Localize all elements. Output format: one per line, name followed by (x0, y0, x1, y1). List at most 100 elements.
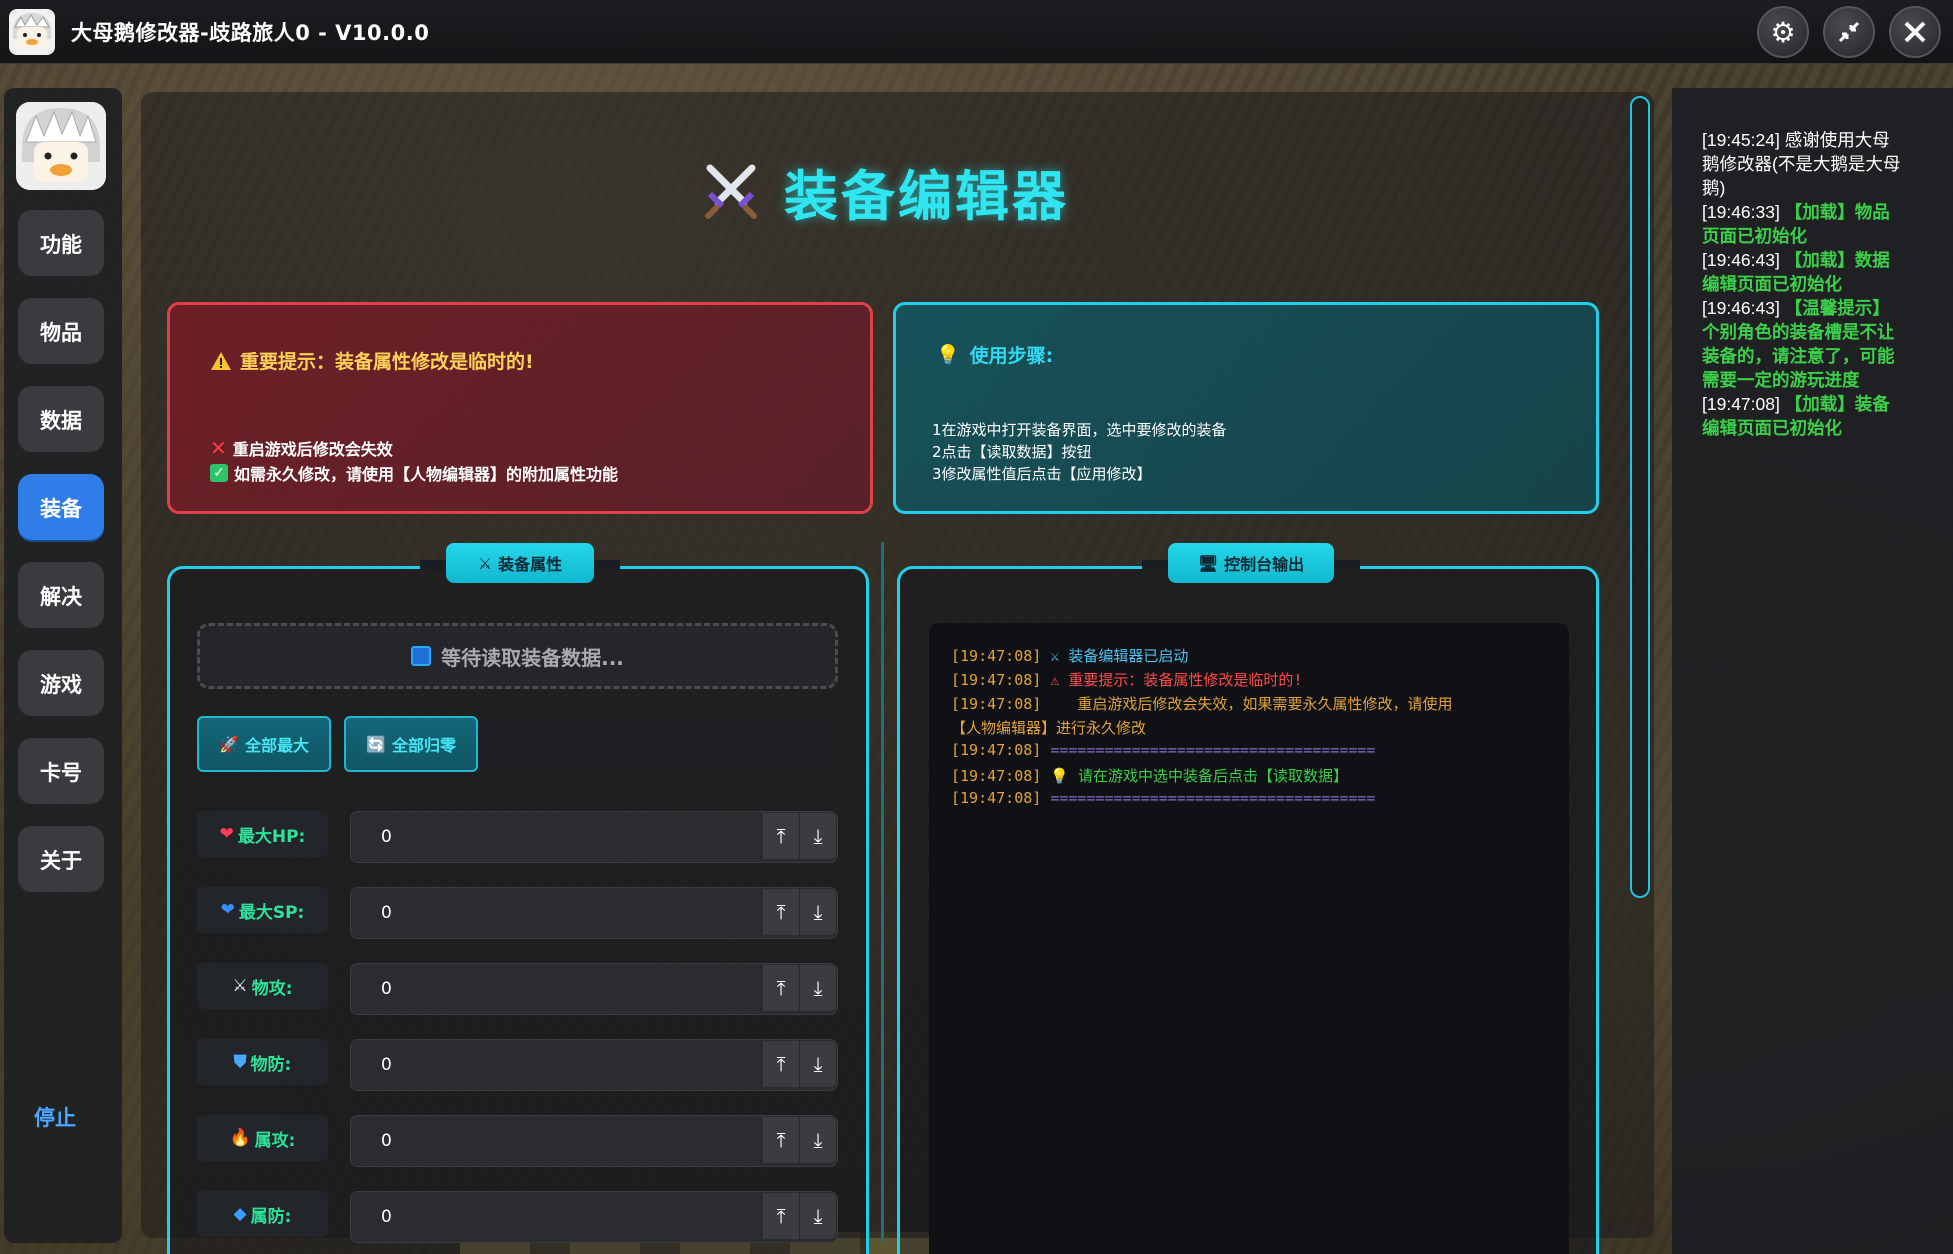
console-line: [19:47:08] 重启游戏后修改会失效，如果需要永久属性修改，请使用 (951, 693, 1452, 714)
swords-icon: ⚔ (232, 976, 248, 996)
log-entry: [19:46:43] 【加载】数据编辑页面已初始化 (1702, 248, 1902, 296)
min-value-button[interactable]: ⤓ (800, 1117, 836, 1163)
nav-item-about[interactable]: 关于 (18, 826, 104, 894)
label-text: 属防: (250, 1206, 292, 1227)
nav-label: 功能 (40, 233, 82, 257)
main-scrollbar[interactable] (1630, 96, 1650, 898)
close-button[interactable] (1889, 6, 1941, 58)
nav-item-card[interactable]: 卡号 (18, 738, 104, 806)
attribute-label: ◆ 属防: (197, 1191, 328, 1237)
settings-button[interactable]: ⚙ (1757, 6, 1809, 58)
max-value-button[interactable]: ⤒ (763, 1193, 799, 1239)
nav-label: 卡号 (40, 761, 82, 785)
label-text: 最大HP: (237, 826, 306, 847)
max-value-button[interactable]: ⤒ (763, 1117, 799, 1163)
window-title: 大母鹅修改器-歧路旅人0 - V10.0.0 (71, 20, 430, 45)
attribute-row-max-sp: ❤ 最大SP: 0 ⤒ ⤓ (197, 887, 838, 939)
stop-button[interactable]: 停止 (34, 1102, 76, 1132)
attribute-label: ⛊ 物防: (197, 1039, 328, 1085)
avatar (16, 102, 106, 190)
attribute-row-elem-defense: ◆ 属防: 0 ⤒ ⤓ (197, 1191, 838, 1243)
page-title: 装备编辑器 (784, 164, 1069, 228)
nav-item-equipment[interactable]: 装备 (18, 474, 104, 542)
tab-label: 装备属性 (498, 555, 563, 574)
nav-label: 装备 (40, 497, 82, 521)
attribute-row-phys-defense: ⛊ 物防: 0 ⤒ ⤓ (197, 1039, 838, 1091)
tab-console-output[interactable]: 🖥 控制台输出 (1168, 543, 1334, 583)
cross-mark-icon: ✕ (210, 436, 227, 460)
min-value-button[interactable]: ⤓ (800, 965, 836, 1011)
collapse-button[interactable] (1823, 6, 1875, 58)
attribute-row-max-hp: ❤ 最大HP: 0 ⤒ ⤓ (197, 811, 838, 863)
max-value-button[interactable]: ⤒ (763, 889, 799, 935)
nav-item-game[interactable]: 游戏 (18, 650, 104, 718)
blue-heart-icon: ❤ (220, 900, 235, 920)
console-timestamp: [19:47:08] (951, 741, 1042, 759)
step-3: 3修改属性值后点击【应用修改】 (932, 465, 1152, 483)
console-line: [19:47:08] ⚠ 重要提示：装备属性修改是临时的! (951, 669, 1302, 690)
nav-item-items[interactable]: 物品 (18, 298, 104, 366)
set-all-max-button[interactable]: 🚀 全部最大 (197, 716, 331, 772)
console-text: ==================================== (1050, 789, 1376, 807)
refresh-icon: 🔄 (366, 734, 386, 754)
panel-divider (881, 542, 884, 1242)
rocket-icon: 🚀 (219, 734, 239, 754)
warning-notice: 重要提示：装备属性修改是临时的! ✕ 重启游戏后修改会失效 ✓ 如需永久修改，请… (167, 302, 873, 514)
label-text: 属攻: (254, 1130, 296, 1151)
console-timestamp: [19:47:08] (951, 789, 1042, 807)
log-timestamp: [19:46:43] (1702, 250, 1780, 270)
warning-line-1: 重启游戏后修改会失效 (232, 440, 393, 459)
app-icon (9, 8, 55, 55)
log-entry: [19:45:24] 感谢使用大母鹅修改器(不是大鹅是大母鹅) (1702, 128, 1902, 200)
min-value-button[interactable]: ⤓ (800, 889, 836, 935)
log-entry: [19:47:08] 【加载】装备编辑页面已初始化 (1702, 392, 1902, 440)
nav-item-function[interactable]: 功能 (18, 210, 104, 278)
waiting-text: 等待读取装备数据... (441, 645, 624, 670)
steps-heading: 使用步骤: (969, 345, 1054, 367)
log-timestamp: [19:45:24] (1702, 130, 1780, 150)
collapse-icon (1838, 21, 1860, 43)
step-2: 2点击【读取数据】按钮 (932, 443, 1092, 461)
label-text: 物攻: (251, 978, 293, 999)
tab-equip-attributes[interactable]: ⚔ 装备属性 (446, 543, 594, 583)
console-text: 💡 请在游戏中选中装备后点击【读取数据】 (1050, 767, 1349, 785)
console-line: [19:47:08] ⚔ 装备编辑器已启动 (951, 645, 1188, 666)
attribute-row-elem-attack: 🔥 属攻: 0 ⤒ ⤓ (197, 1115, 838, 1167)
page-title-row: 装备编辑器 (700, 156, 1069, 228)
nav-label: 物品 (40, 321, 82, 345)
console-timestamp: [19:47:08] (951, 695, 1042, 713)
console-line: [19:47:08] 💡 请在游戏中选中装备后点击【读取数据】 (951, 765, 1348, 786)
waiting-status: 等待读取装备数据... (197, 623, 838, 689)
lightbulb-icon: 💡 (936, 344, 960, 366)
console-text: ⚠ 重要提示：装备属性修改是临时的! (1050, 671, 1303, 689)
console-text: 【人物编辑器】进行永久修改 (951, 719, 1147, 737)
log-entry: [19:46:33] 【加载】物品页面已初始化 (1702, 200, 1902, 248)
warning-heading: 重要提示：装备属性修改是临时的! (240, 351, 534, 373)
nav-label: 解决 (40, 585, 82, 609)
attribute-label: ❤ 最大HP: (197, 811, 328, 857)
warning-icon (211, 351, 231, 370)
min-value-button[interactable]: ⤓ (800, 1193, 836, 1239)
step-1: 1在游戏中打开装备界面，选中要修改的装备 (932, 421, 1227, 439)
nav-item-solve[interactable]: 解决 (18, 562, 104, 630)
console-output[interactable]: [19:47:08] ⚔ 装备编辑器已启动 [19:47:08] ⚠ 重要提示：… (929, 623, 1569, 1254)
max-value-button[interactable]: ⤒ (763, 1041, 799, 1087)
nav-item-data[interactable]: 数据 (18, 386, 104, 454)
heart-icon: ❤ (219, 824, 234, 844)
max-value-button[interactable]: ⤒ (763, 965, 799, 1011)
check-mark-icon: ✓ (210, 464, 228, 482)
activity-log: [19:45:24] 感谢使用大母鹅修改器(不是大鹅是大母鹅) [19:46:3… (1702, 128, 1902, 440)
label-text: 最大SP: (238, 902, 305, 923)
steps-notice: 💡 使用步骤: 1在游戏中打开装备界面，选中要修改的装备 2点击【读取数据】按钮… (893, 302, 1599, 514)
crossed-swords-icon (700, 160, 762, 222)
attribute-row-phys-attack: ⚔ 物攻: 0 ⤒ ⤓ (197, 963, 838, 1015)
console-timestamp: [19:47:08] (951, 671, 1042, 689)
min-value-button[interactable]: ⤓ (800, 813, 836, 859)
min-value-button[interactable]: ⤓ (800, 1041, 836, 1087)
reset-all-zero-button[interactable]: 🔄 全部归零 (344, 716, 478, 772)
max-value-button[interactable]: ⤒ (763, 813, 799, 859)
log-timestamp: [19:46:43] (1702, 298, 1780, 318)
attribute-label: ❤ 最大SP: (197, 887, 328, 933)
nav-label: 游戏 (40, 673, 82, 697)
button-label: 全部归零 (391, 736, 456, 755)
